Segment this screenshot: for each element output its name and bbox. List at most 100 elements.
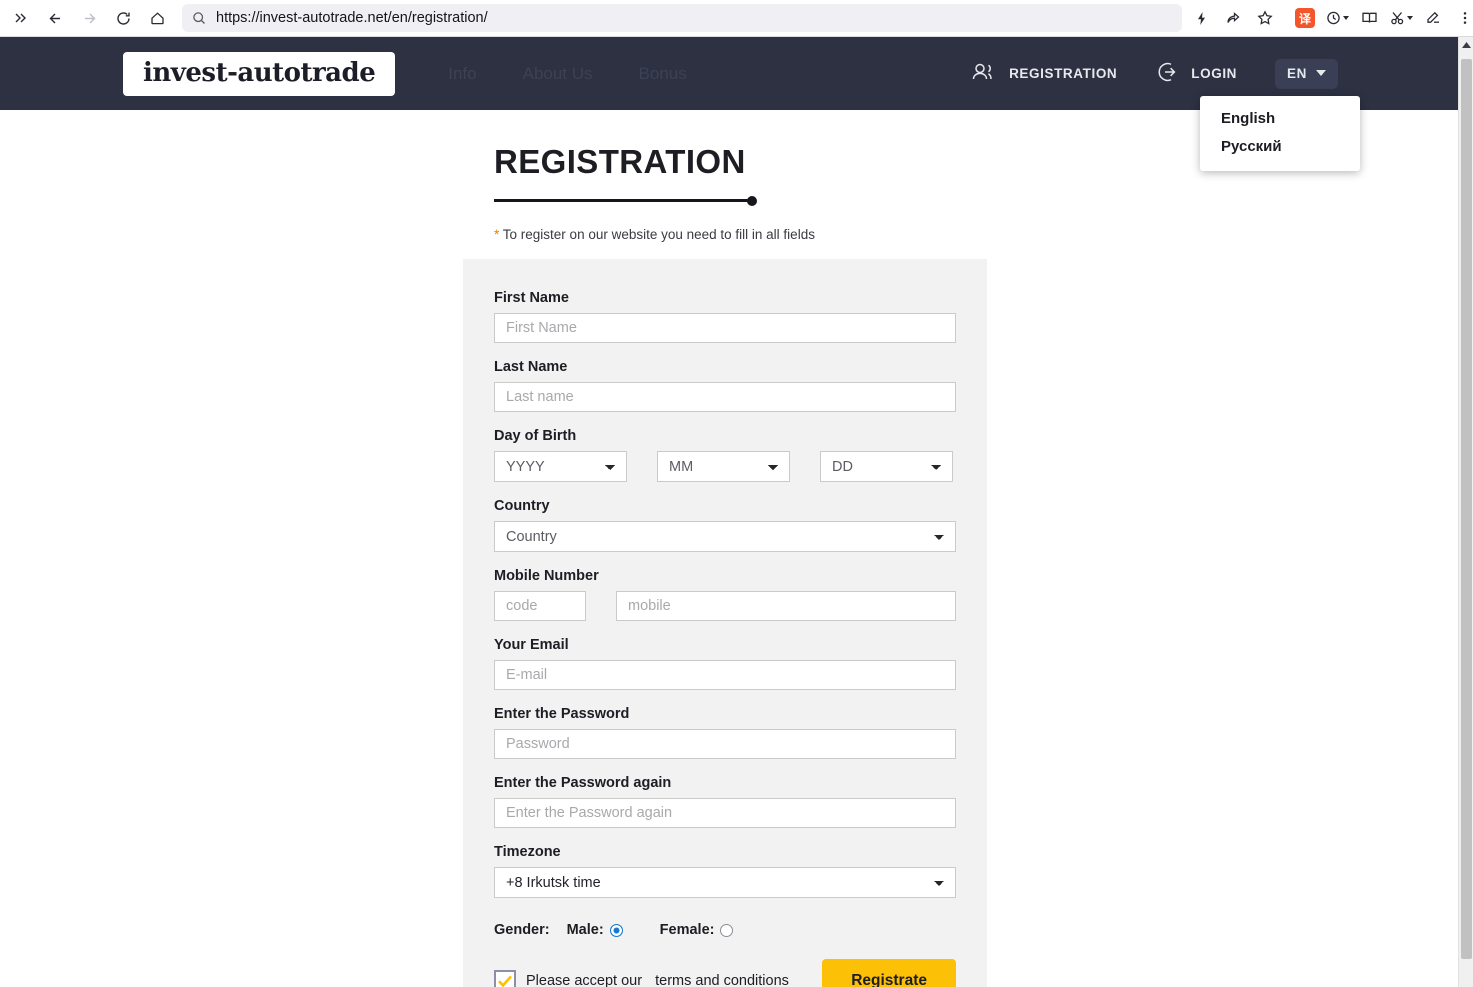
three-dots-menu-icon[interactable] xyxy=(1450,4,1473,32)
language-option-russian[interactable]: Русский xyxy=(1200,133,1360,161)
main-navigation: Info About Us Bonus xyxy=(448,64,687,84)
gender-label: Gender: xyxy=(494,922,550,938)
password-label: Enter the Password xyxy=(494,706,956,722)
scrollbar-thumb[interactable] xyxy=(1461,59,1472,959)
required-fields-hint: * To register on our website you need to… xyxy=(494,227,1458,242)
nav-item-about-us[interactable]: About Us xyxy=(523,64,593,84)
translate-badge-label: 译 xyxy=(1295,8,1315,28)
clip-caret-down-icon xyxy=(1407,16,1413,20)
header-registration-link[interactable]: REGISTRATION xyxy=(971,62,1117,85)
password-again-label: Enter the Password again xyxy=(494,775,956,791)
required-asterisk: * xyxy=(494,227,499,242)
mobile-number-input[interactable] xyxy=(616,591,956,621)
country-select[interactable]: Country xyxy=(494,521,956,552)
required-hint-text: To register on our website you need to f… xyxy=(503,227,815,242)
day-of-birth-label: Day of Birth xyxy=(494,428,956,444)
users-icon xyxy=(971,62,998,85)
address-bar[interactable]: https://invest-autotrade.net/en/registra… xyxy=(182,4,1182,32)
field-password-again: Enter the Password again xyxy=(494,775,956,828)
password-input[interactable] xyxy=(494,729,956,759)
accept-terms-text: Please accept our terms and conditions xyxy=(526,973,789,987)
page-content: REGISTRATION * To register on our websit… xyxy=(0,110,1458,987)
back-arrow-icon[interactable] xyxy=(38,3,72,33)
header-login-link[interactable]: LOGIN xyxy=(1156,60,1237,87)
overflow-chevron-double-right-icon[interactable] xyxy=(4,3,38,33)
header-login-label: LOGIN xyxy=(1191,66,1237,81)
language-button[interactable]: EN xyxy=(1275,59,1338,89)
gender-option-male[interactable]: Male: xyxy=(567,922,623,938)
birth-month-select[interactable]: MM xyxy=(657,451,790,482)
female-radio[interactable] xyxy=(720,924,733,937)
last-name-label: Last Name xyxy=(494,359,956,375)
female-label: Female: xyxy=(660,922,715,938)
country-label: Country xyxy=(494,498,956,514)
day-of-birth-row: YYYY MM DD xyxy=(494,451,956,482)
field-email: Your Email xyxy=(494,637,956,690)
login-arrow-icon xyxy=(1156,60,1180,87)
first-name-label: First Name xyxy=(494,290,956,306)
header-registration-label: REGISTRATION xyxy=(1009,66,1117,81)
history-caret-down-icon xyxy=(1343,16,1349,20)
history-clock-icon[interactable] xyxy=(1322,4,1352,32)
url-action-buttons xyxy=(1186,4,1280,32)
nav-item-bonus[interactable]: Bonus xyxy=(639,64,687,84)
scissors-clip-icon[interactable] xyxy=(1386,4,1416,32)
gender-option-female[interactable]: Female: xyxy=(660,922,734,938)
mobile-number-row xyxy=(494,591,956,621)
last-name-input[interactable] xyxy=(494,382,956,412)
url-text: https://invest-autotrade.net/en/registra… xyxy=(216,10,488,26)
field-last-name: Last Name xyxy=(494,359,956,412)
accept-terms-row: Please accept our terms and conditions R… xyxy=(494,959,956,987)
password-again-input[interactable] xyxy=(494,798,956,828)
field-password: Enter the Password xyxy=(494,706,956,759)
nav-item-info[interactable]: Info xyxy=(448,64,476,84)
browser-nav-buttons xyxy=(0,3,174,33)
birth-day-select[interactable]: DD xyxy=(820,451,953,482)
registrate-button[interactable]: Registrate xyxy=(822,959,956,987)
language-switcher: EN English Русский xyxy=(1275,59,1338,89)
scrollbar-up-arrow-icon[interactable] xyxy=(1459,37,1473,53)
birth-year-select[interactable]: YYYY xyxy=(494,451,627,482)
accept-terms-checkbox[interactable] xyxy=(494,970,516,987)
pen-annotate-icon[interactable] xyxy=(1418,4,1448,32)
title-underline-rule xyxy=(494,199,755,202)
site-header: invest-autotrade Info About Us Bonus REG… xyxy=(0,37,1458,110)
registration-form: First Name Last Name Day of Birth YYYY M… xyxy=(463,259,987,987)
field-timezone: Timezone +8 Irkutsk time xyxy=(494,844,956,898)
page-scrollbar[interactable] xyxy=(1458,37,1473,987)
search-icon xyxy=(192,11,206,25)
male-label: Male: xyxy=(567,922,604,938)
star-bookmark-icon[interactable] xyxy=(1250,4,1280,32)
language-option-english[interactable]: English xyxy=(1200,105,1360,133)
mobile-code-input[interactable] xyxy=(494,591,586,621)
forward-arrow-icon[interactable] xyxy=(72,3,106,33)
lightning-bolt-icon[interactable] xyxy=(1186,4,1216,32)
first-name-input[interactable] xyxy=(494,313,956,343)
timezone-select[interactable]: +8 Irkutsk time xyxy=(494,867,956,898)
extension-buttons: 译 xyxy=(1290,4,1473,32)
field-day-of-birth: Day of Birth YYYY MM DD xyxy=(494,428,956,482)
email-input[interactable] xyxy=(494,660,956,690)
header-actions: REGISTRATION LOGIN EN English xyxy=(971,59,1458,89)
language-current-label: EN xyxy=(1287,66,1307,81)
share-icon[interactable] xyxy=(1218,4,1248,32)
translate-extension-icon[interactable]: 译 xyxy=(1290,4,1320,32)
field-first-name: First Name xyxy=(494,290,956,343)
check-icon xyxy=(497,974,513,987)
book-reader-icon[interactable] xyxy=(1354,4,1384,32)
reload-icon[interactable] xyxy=(106,3,140,33)
home-icon[interactable] xyxy=(140,3,174,33)
terms-and-conditions-link[interactable]: terms and conditions xyxy=(655,973,789,987)
accept-label: Please accept our xyxy=(526,973,642,987)
mobile-number-label: Mobile Number xyxy=(494,568,956,584)
field-country: Country Country xyxy=(494,498,956,552)
browser-toolbar: https://invest-autotrade.net/en/registra… xyxy=(0,0,1473,37)
site-logo[interactable]: invest-autotrade xyxy=(123,52,395,96)
language-dropdown-menu: English Русский xyxy=(1200,96,1360,171)
caret-down-icon xyxy=(1316,70,1326,76)
male-radio[interactable] xyxy=(610,924,623,937)
gender-row: Gender: Male: Female: xyxy=(494,922,956,938)
email-label: Your Email xyxy=(494,637,956,653)
page-viewport: invest-autotrade Info About Us Bonus REG… xyxy=(0,37,1458,987)
timezone-label: Timezone xyxy=(494,844,956,860)
